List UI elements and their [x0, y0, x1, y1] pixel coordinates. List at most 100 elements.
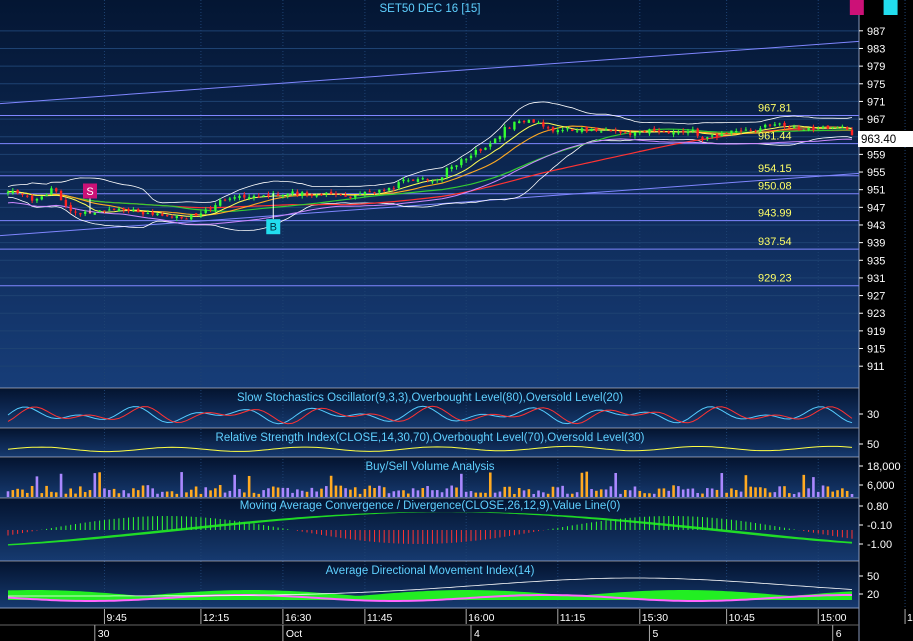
- candle-body: [551, 127, 555, 132]
- day-tick-label: Oct: [286, 628, 302, 640]
- candle-body: [556, 130, 560, 133]
- volume-bar: [21, 489, 24, 497]
- volume-bar: [194, 486, 198, 497]
- level-label: 954.15: [758, 163, 792, 175]
- volume-bar: [763, 488, 767, 497]
- volume-bar: [25, 492, 29, 497]
- candle-body: [45, 194, 48, 196]
- volume-bar: [561, 485, 564, 497]
- price-tick-label: 935: [867, 255, 885, 267]
- candle-body: [175, 216, 178, 218]
- candle-body: [262, 195, 265, 197]
- volume-bar: [411, 488, 415, 497]
- volume-bar: [426, 486, 429, 497]
- candle-body: [83, 211, 87, 214]
- candle-body: [600, 131, 603, 133]
- buy-signal-label: B: [270, 222, 277, 234]
- volume-bar: [320, 488, 323, 497]
- candle-body: [763, 124, 767, 128]
- candle-body: [667, 131, 670, 134]
- candle-body: [460, 159, 463, 166]
- volume-bar: [93, 473, 97, 497]
- volume-tick-label: 18,000: [867, 461, 901, 473]
- volume-bar: [812, 477, 815, 497]
- volume-bar: [122, 490, 126, 497]
- candle-body: [546, 127, 550, 129]
- candle-body: [281, 194, 285, 197]
- volume-bar: [107, 489, 111, 497]
- candle-body: [180, 216, 183, 219]
- price-tick-label: 923: [867, 308, 885, 320]
- level-label: 929.23: [758, 273, 792, 285]
- candle-body: [141, 211, 145, 215]
- volume-bar: [300, 490, 304, 497]
- volume-bar: [619, 493, 622, 497]
- volume-bar: [720, 473, 724, 497]
- candle-body: [725, 132, 728, 134]
- candle-body: [518, 121, 521, 124]
- candle-body: [479, 148, 482, 151]
- level-label: 961.44: [758, 131, 792, 143]
- candle-body: [590, 128, 593, 132]
- volume-bar: [633, 486, 637, 497]
- volume-bar: [286, 487, 290, 497]
- volume-bar: [30, 485, 34, 497]
- volume-bar: [517, 488, 521, 497]
- volume-bar: [238, 489, 241, 497]
- candle-body: [223, 199, 227, 201]
- candle-body: [682, 130, 685, 133]
- candle-body: [493, 138, 497, 144]
- time-tick-label: 16:00: [468, 612, 494, 624]
- macd-tick-label: -1.00: [867, 539, 892, 551]
- price-tick-label: 915: [867, 344, 885, 356]
- volume-bar: [464, 491, 468, 497]
- volume-bar: [706, 488, 709, 497]
- volume-bar: [474, 492, 478, 497]
- candle-body: [754, 130, 757, 132]
- volume-bar: [759, 487, 762, 497]
- candle-body: [542, 122, 545, 127]
- volume-bar: [556, 487, 560, 497]
- candle-body: [59, 190, 63, 201]
- time-tick-label: 10:15: [907, 612, 913, 624]
- candle-body: [513, 121, 516, 130]
- candle-body: [662, 131, 666, 133]
- candle-body: [595, 127, 598, 131]
- volume-bar: [599, 489, 603, 497]
- volume-bar: [180, 472, 183, 497]
- volume-bar: [575, 492, 579, 497]
- candle-body: [219, 199, 222, 206]
- rsi-tick-label: 50: [867, 439, 879, 451]
- candle-body: [739, 130, 743, 132]
- volume-bar: [228, 490, 232, 497]
- volume-bar: [570, 493, 574, 497]
- price-tick-label: 979: [867, 61, 885, 73]
- volume-bar: [831, 491, 835, 497]
- price-tick-label: 987: [867, 26, 885, 38]
- volume-bar: [488, 472, 492, 497]
- candle-body: [657, 130, 661, 132]
- volume-bar: [54, 492, 58, 497]
- volume-bar: [218, 485, 222, 497]
- volume-bar: [435, 490, 439, 497]
- rsi-title: Relative Strength Index(CLOSE,14,30,70),…: [216, 432, 645, 444]
- volume-bar: [532, 493, 535, 497]
- candle-body: [233, 197, 236, 199]
- level-label: 943.99: [758, 208, 792, 220]
- candle-body: [165, 214, 169, 217]
- volume-bar: [392, 491, 396, 497]
- candle-body: [445, 168, 449, 177]
- volume-bar: [64, 493, 68, 497]
- volume-bar: [16, 488, 19, 497]
- candle-body: [291, 191, 294, 195]
- time-tick-label: 9:45: [106, 612, 127, 624]
- level-label: 937.54: [758, 236, 792, 248]
- candle-body: [604, 129, 608, 131]
- candle-body: [701, 137, 704, 140]
- volume-bar: [624, 489, 627, 497]
- candle-body: [329, 191, 333, 194]
- volume-bar: [305, 491, 309, 497]
- volume-bar: [416, 490, 420, 497]
- volume-tick-label: 6,000: [867, 480, 895, 492]
- volume-bar: [431, 490, 434, 497]
